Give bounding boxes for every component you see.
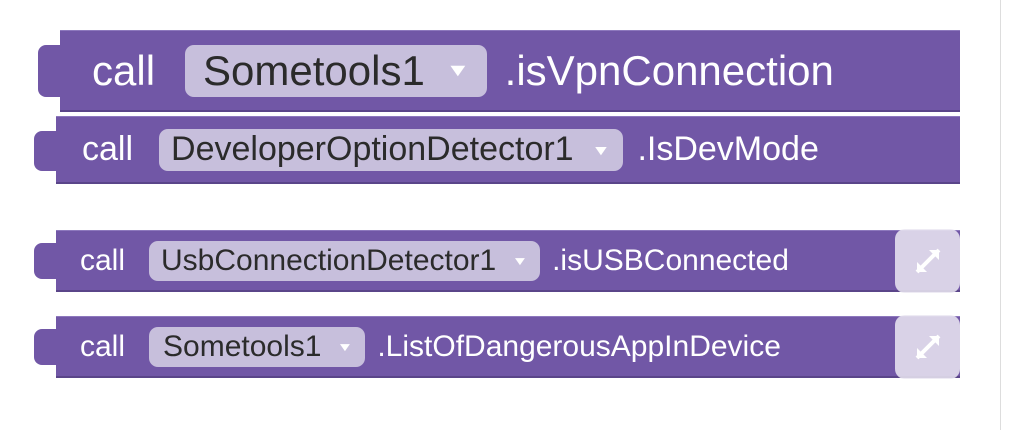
block-call-isusbconnected[interactable]: call UsbConnectionDetector1 ▼ .isUSBConn…: [34, 230, 960, 292]
component-dropdown-label: UsbConnectionDetector1: [161, 243, 497, 277]
component-dropdown-label: DeveloperOptionDetector1: [171, 130, 574, 168]
component-dropdown-label: Sometools1: [163, 329, 322, 363]
block-call-isdevmode[interactable]: call DeveloperOptionDetector1 ▼ .IsDevMo…: [34, 116, 960, 184]
component-dropdown[interactable]: DeveloperOptionDetector1 ▼: [159, 128, 624, 171]
expand-arrows-icon[interactable]: [895, 229, 960, 293]
workspace-divider: [1000, 0, 1001, 430]
block-connector-notch: [34, 329, 58, 365]
block-connector-notch: [38, 45, 62, 97]
component-dropdown[interactable]: UsbConnectionDetector1 ▼: [149, 240, 541, 281]
call-keyword: call: [92, 46, 156, 94]
block-call-listofdangerousappindevice[interactable]: call Sometools1 ▼ .ListOfDangerousAppInD…: [34, 316, 960, 378]
call-keyword: call: [80, 243, 126, 277]
expand-arrows-icon[interactable]: [895, 315, 960, 379]
block-call-isvpnconnection[interactable]: call Sometools1 ▼ .isVpnConnection: [38, 30, 960, 112]
component-dropdown[interactable]: Sometools1 ▼: [185, 44, 487, 97]
method-name: .IsDevMode: [637, 130, 819, 168]
method-name: .ListOfDangerousAppInDevice: [377, 329, 781, 363]
method-name: .isVpnConnection: [504, 46, 834, 94]
block-connector-notch: [34, 243, 58, 279]
triangle-down-icon: ▼: [511, 253, 529, 268]
block-connector-notch: [34, 131, 58, 171]
method-name: .isUSBConnected: [552, 243, 789, 277]
component-dropdown[interactable]: Sometools1 ▼: [149, 326, 366, 367]
component-dropdown-label: Sometools1: [203, 46, 425, 94]
call-keyword: call: [82, 130, 134, 168]
call-keyword: call: [80, 329, 126, 363]
triangle-down-icon: ▼: [590, 141, 611, 158]
triangle-down-icon: ▼: [445, 60, 471, 80]
triangle-down-icon: ▼: [337, 339, 354, 354]
blocks-workspace: call Sometools1 ▼ .isVpnConnection call …: [0, 0, 1034, 430]
